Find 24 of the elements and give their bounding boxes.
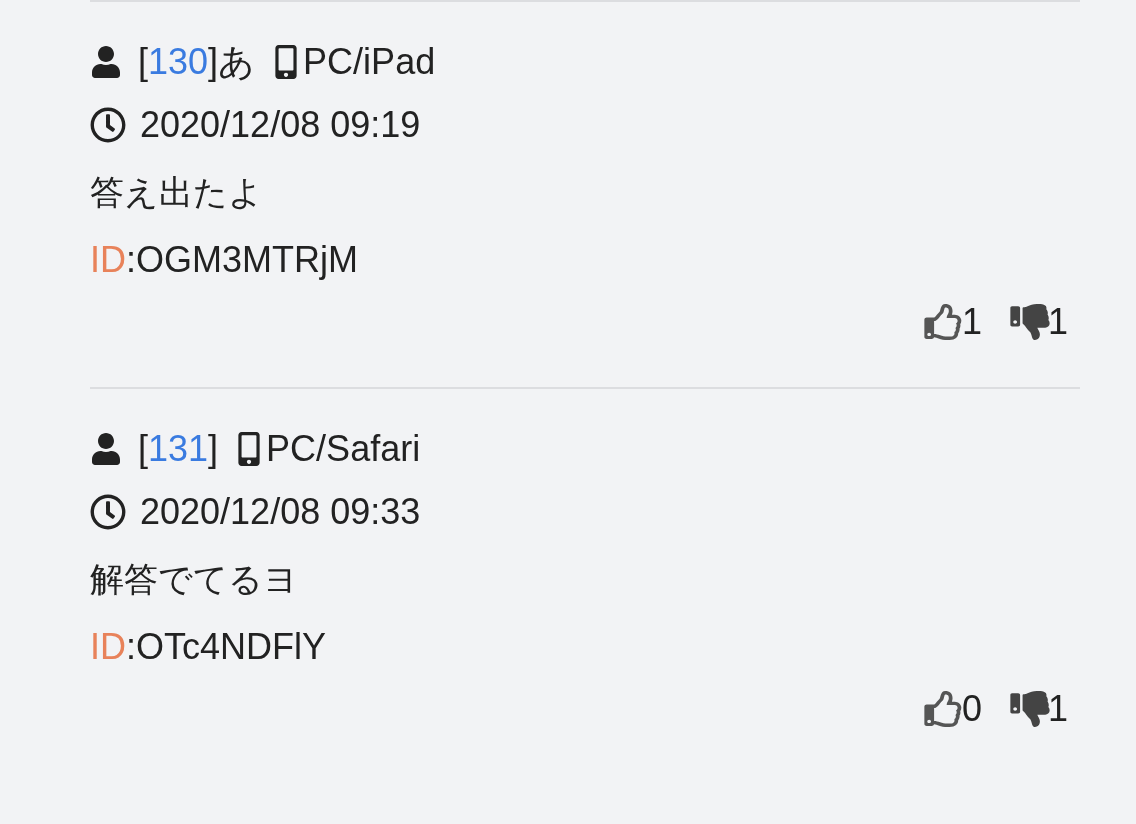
- post-body: 答え出たよ: [90, 172, 264, 213]
- author-info: [130]あ: [138, 40, 256, 84]
- dislike-button[interactable]: 1: [1011, 678, 1068, 740]
- post-number-link[interactable]: 131: [148, 428, 209, 469]
- thumbs-up-icon: [924, 691, 964, 727]
- clock-icon: [90, 493, 126, 530]
- post-time: 2020/12/08 09:33: [140, 490, 421, 534]
- post-number-link[interactable]: 130: [148, 41, 209, 82]
- clock-icon: [90, 106, 126, 143]
- like-button[interactable]: 1: [925, 291, 982, 353]
- thumbs-down-icon: [1010, 691, 1050, 727]
- person-icon: [90, 45, 122, 78]
- poster-id: ID:OTc4NDFlY: [90, 625, 327, 669]
- dislike-button[interactable]: 1: [1011, 291, 1068, 353]
- post-time: 2020/12/08 09:19: [140, 103, 421, 147]
- poster-id: ID:OGM3MTRjM: [90, 238, 358, 282]
- thumbs-up-icon: [924, 304, 964, 340]
- person-icon: [90, 432, 122, 465]
- author-info: [131]: [138, 427, 219, 471]
- post-body: 解答でてるヨ: [90, 559, 299, 600]
- thumbs-down-icon: [1010, 304, 1050, 340]
- device-label: PC/Safari: [266, 427, 421, 471]
- like-button[interactable]: 0: [925, 678, 982, 740]
- device-label: PC/iPad: [303, 40, 436, 84]
